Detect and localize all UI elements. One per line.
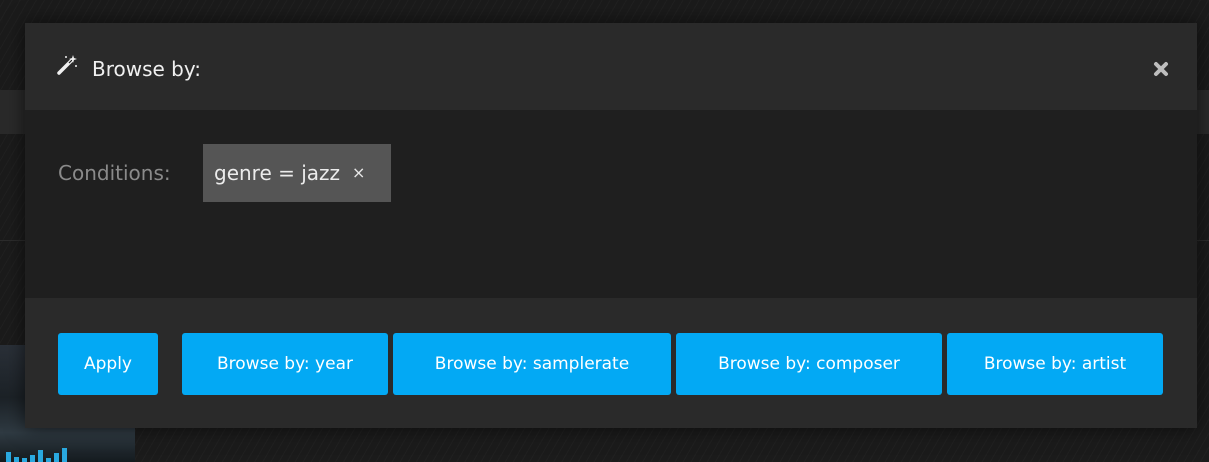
modal-header: Browse by: — [25, 23, 1197, 110]
conditions-label: Conditions: — [58, 161, 171, 185]
background-equalizer-graphic — [6, 448, 67, 462]
remove-condition-icon[interactable]: × — [352, 163, 365, 183]
modal-title: Browse by: — [92, 57, 201, 81]
close-icon[interactable] — [1153, 61, 1169, 77]
browse-by-composer-button[interactable]: Browse by: composer — [676, 333, 942, 395]
modal-body: Conditions: genre = jazz × — [25, 110, 1197, 298]
condition-chip-text: genre = jazz — [214, 161, 341, 185]
condition-chip[interactable]: genre = jazz × — [203, 144, 391, 202]
browse-modal: Browse by: Conditions: genre = jazz × Ap… — [25, 23, 1197, 428]
browse-by-artist-button[interactable]: Browse by: artist — [947, 333, 1163, 395]
modal-footer: Apply Browse by: year Browse by: sampler… — [25, 298, 1197, 428]
browse-by-samplerate-button[interactable]: Browse by: samplerate — [393, 333, 671, 395]
magic-wand-icon — [57, 55, 77, 75]
browse-by-year-button[interactable]: Browse by: year — [182, 333, 388, 395]
apply-button[interactable]: Apply — [58, 333, 158, 395]
